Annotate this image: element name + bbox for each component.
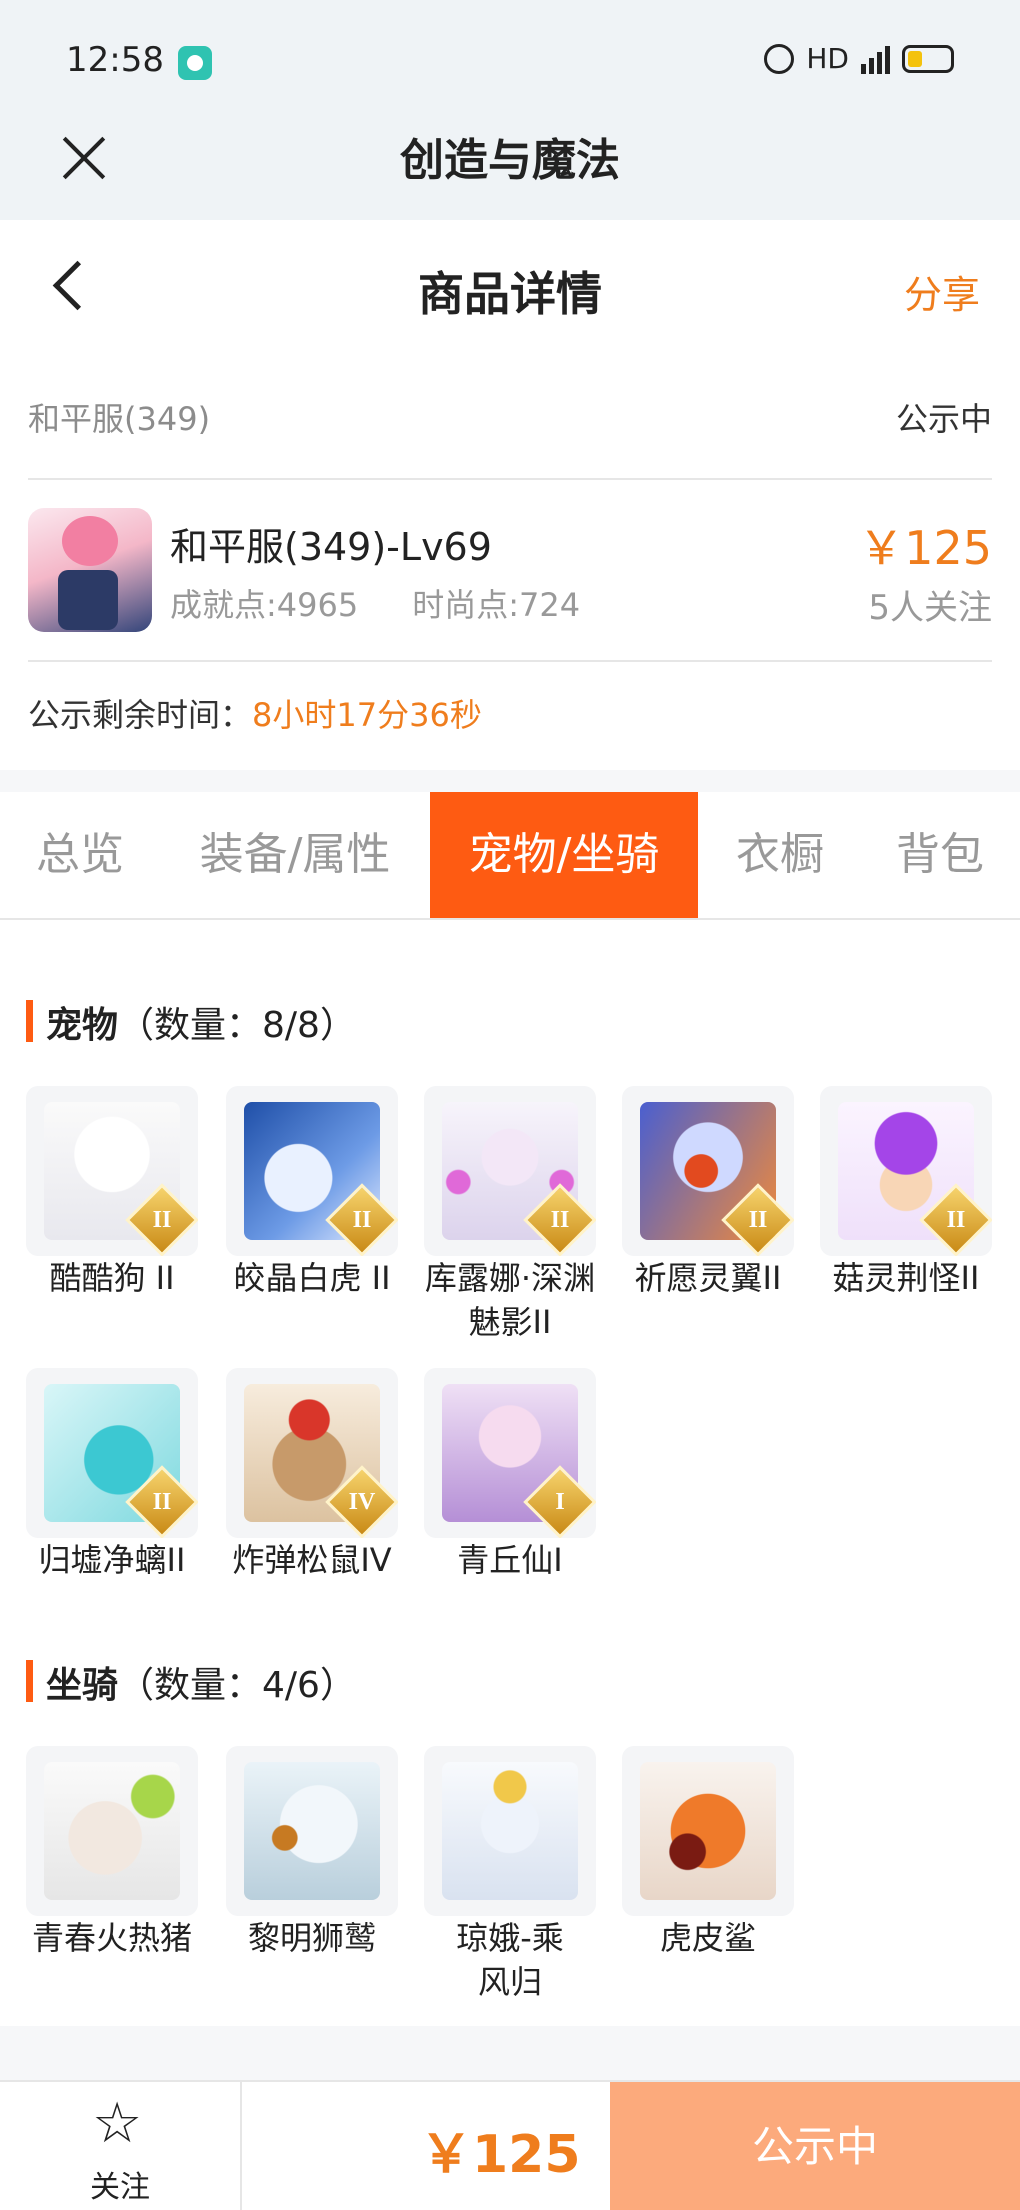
remaining-time-label: 公示剩余时间：	[28, 696, 253, 734]
pet-card[interactable]: II	[622, 1086, 794, 1256]
pet-name: 青丘仙I	[457, 1541, 563, 1579]
network-label: HD	[806, 42, 849, 75]
mount-name: 琼娥-乘风归	[456, 1919, 564, 2001]
mount-name: 虎皮鲨	[659, 1919, 756, 1957]
server-status: 公示中	[895, 400, 992, 438]
fashion-points: 时尚点:724	[412, 586, 581, 624]
share-button[interactable]: 分享	[904, 264, 980, 319]
pet-name: 归墟净螭II	[38, 1541, 186, 1579]
pet-name: 酷酷狗 II	[49, 1259, 175, 1297]
app-title: 创造与魔法	[400, 135, 620, 186]
notification-app-icon	[178, 46, 212, 80]
bottom-price: ￥125	[420, 2125, 581, 2185]
pet-name: 皎晶白虎 II	[233, 1259, 391, 1297]
achievement-points: 成就点:4965	[170, 586, 359, 624]
pet-name: 祈愿灵翼II	[634, 1259, 782, 1297]
product-meta: 成就点:4965 时尚点:724	[170, 580, 580, 626]
status-indicators: HD	[764, 42, 954, 75]
pet-card[interactable]: II	[26, 1368, 198, 1538]
pet-name: 库露娜·深渊魅影II	[424, 1259, 596, 1341]
remaining-time: 公示剩余时间：8小时17分36秒	[28, 690, 482, 736]
tab-backpack[interactable]: 背包	[870, 792, 1010, 918]
product-title: 和平服(349)-Lv69	[170, 525, 492, 569]
mount-card[interactable]	[26, 1746, 198, 1916]
server-name: 和平服(349)	[28, 400, 211, 438]
detail-tabs: 总览 装备/属性 宠物/坐骑 衣橱 背包	[0, 792, 1020, 920]
tab-wardrobe[interactable]: 衣橱	[710, 792, 850, 918]
follower-count: 5人关注	[868, 588, 992, 628]
star-icon: ☆	[92, 2091, 143, 2156]
bottom-action-bar: ☆ 关注 ￥125 公示中	[0, 2080, 1020, 2210]
signal-icon	[861, 44, 890, 74]
pet-card[interactable]: I	[424, 1368, 596, 1538]
pet-card[interactable]: IV	[226, 1368, 398, 1538]
tab-pets-mounts[interactable]: 宠物/坐骑	[430, 792, 698, 918]
pets-count: （数量：8/8）	[118, 1005, 356, 1046]
section-divider	[0, 770, 1020, 792]
page-nav-bar: 商品详情 分享	[0, 220, 1020, 350]
mount-card[interactable]	[622, 1746, 794, 1916]
follow-button[interactable]: ☆ 关注	[0, 2082, 242, 2210]
tab-overview[interactable]: 总览	[0, 792, 160, 918]
mounts-count: （数量：4/6）	[118, 1665, 356, 1706]
tiger-shark-icon	[640, 1762, 776, 1900]
pet-name: 菇灵荆怪II	[832, 1259, 980, 1297]
battery-icon	[902, 44, 954, 73]
remaining-time-value: 8小时17分36秒	[252, 696, 482, 734]
bottom-spacer	[0, 2026, 1020, 2080]
pet-card[interactable]: II	[820, 1086, 992, 1256]
pet-card[interactable]: II	[424, 1086, 596, 1256]
pets-section-title: 宠物（数量：8/8）	[26, 996, 356, 1048]
status-bar: 12:58 HD	[0, 0, 1020, 120]
mounts-title: 坐骑	[46, 1665, 119, 1706]
alarm-icon	[764, 43, 795, 74]
mount-card[interactable]	[424, 1746, 596, 1916]
product-summary: 和平服(349)-Lv69 成就点:4965 时尚点:724 ￥125 5人关注	[28, 480, 992, 662]
follow-label: 关注	[90, 2170, 150, 2205]
tab-equipment[interactable]: 装备/属性	[180, 792, 410, 918]
character-avatar	[28, 508, 152, 632]
mounts-section-title: 坐骑（数量：4/6）	[26, 1656, 356, 1708]
moon-maiden-icon	[442, 1762, 578, 1900]
mount-card[interactable]	[226, 1746, 398, 1916]
mount-name: 青春火热猪	[31, 1919, 192, 1957]
server-row: 和平服(349) 公示中	[28, 380, 992, 480]
pet-card[interactable]: II	[26, 1086, 198, 1256]
product-price: ￥125	[858, 521, 992, 575]
app-title-bar: 创造与魔法	[0, 110, 1020, 220]
pets-title: 宠物	[46, 1005, 119, 1046]
pet-card[interactable]: II	[226, 1086, 398, 1256]
status-time: 12:58	[66, 40, 164, 80]
pig-mount-icon	[44, 1762, 180, 1900]
mount-name: 黎明狮鹫	[247, 1919, 376, 1957]
page-title: 商品详情	[418, 267, 602, 321]
griffin-icon	[244, 1762, 380, 1900]
status-button[interactable]: 公示中	[610, 2082, 1020, 2210]
pet-name: 炸弹松鼠IV	[232, 1541, 392, 1579]
